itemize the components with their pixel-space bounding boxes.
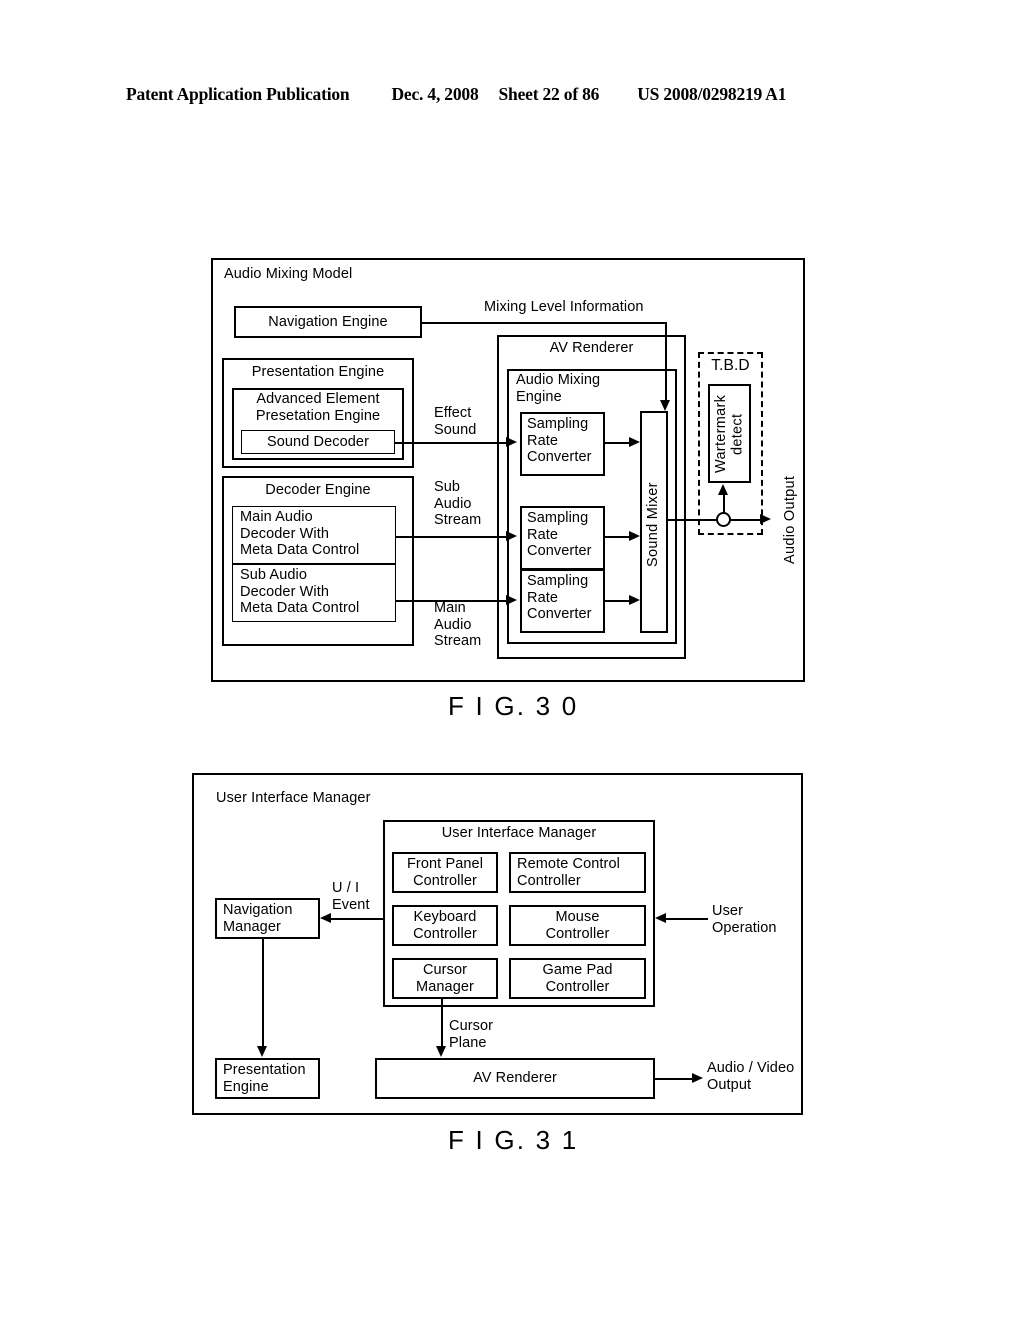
fig31-conn-useroperation-to-uim — [666, 918, 708, 920]
fig31-remote-control-controller-box: Remote Control Controller — [509, 852, 646, 893]
fig31-mouse-controller-box: Mouse Controller — [509, 905, 646, 946]
fig31-user-operation-label: User Operation — [712, 903, 777, 936]
fig31-navigation-manager-box: Navigation Manager — [215, 898, 320, 939]
fig31-conn-uim-to-navmanager — [331, 918, 383, 920]
fig31-front-panel-controller-box: Front Panel Controller — [392, 852, 498, 893]
fig31-arrow-uim-to-navmanager — [320, 913, 331, 923]
fig31-cursor-manager-box: Cursor Manager — [392, 958, 498, 999]
fig31-audio-video-output-label: Audio / Video Output — [707, 1060, 795, 1093]
fig31-arrow-useroperation-to-uim — [655, 913, 666, 923]
fig31-game-pad-controller-box: Game Pad Controller — [509, 958, 646, 999]
fig31-keyboard-controller-box: Keyboard Controller — [392, 905, 498, 946]
fig31-cursor-plane-label: Cursor Plane — [449, 1018, 494, 1051]
fig31-keyboard-controller-label: Keyboard Controller — [413, 909, 477, 942]
fig31-av-renderer-label: AV Renderer — [473, 1070, 557, 1087]
fig31-frame-title: User Interface Manager — [216, 790, 371, 806]
figure-31: User Interface Manager User Interface Ma… — [0, 0, 1024, 1200]
fig31-conn-avrenderer-to-output — [655, 1078, 697, 1080]
fig31-arrow-avrenderer-to-output — [692, 1073, 703, 1083]
fig31-arrow-navmanager-to-presentation — [257, 1046, 267, 1057]
fig31-game-pad-controller-label: Game Pad Controller — [542, 962, 613, 995]
fig31-conn-cursormanager-to-avrenderer — [441, 999, 443, 1047]
fig31-uim-inner-title-label: User Interface Manager — [441, 825, 597, 841]
fig31-navigation-manager-label: Navigation Manager — [223, 902, 293, 935]
fig31-presentation-engine-label: Presentation Engine — [223, 1062, 306, 1095]
fig31-presentation-engine-box: Presentation Engine — [215, 1058, 320, 1099]
fig31-front-panel-controller-label: Front Panel Controller — [406, 856, 484, 889]
fig31-arrow-cursormanager-to-avrenderer — [436, 1046, 446, 1057]
fig31-mouse-controller-label: Mouse Controller — [545, 909, 610, 942]
fig31-cursor-manager-label: Cursor Manager — [416, 962, 474, 995]
fig31-remote-control-controller-label: Remote Control Controller — [517, 856, 620, 889]
fig31-ui-event-label: U / I Event — [332, 880, 370, 913]
fig31-caption: F I G. 3 1 — [448, 1125, 579, 1155]
fig31-conn-navmanager-to-presentation — [262, 939, 264, 1048]
fig31-av-renderer-box: AV Renderer — [375, 1058, 655, 1099]
